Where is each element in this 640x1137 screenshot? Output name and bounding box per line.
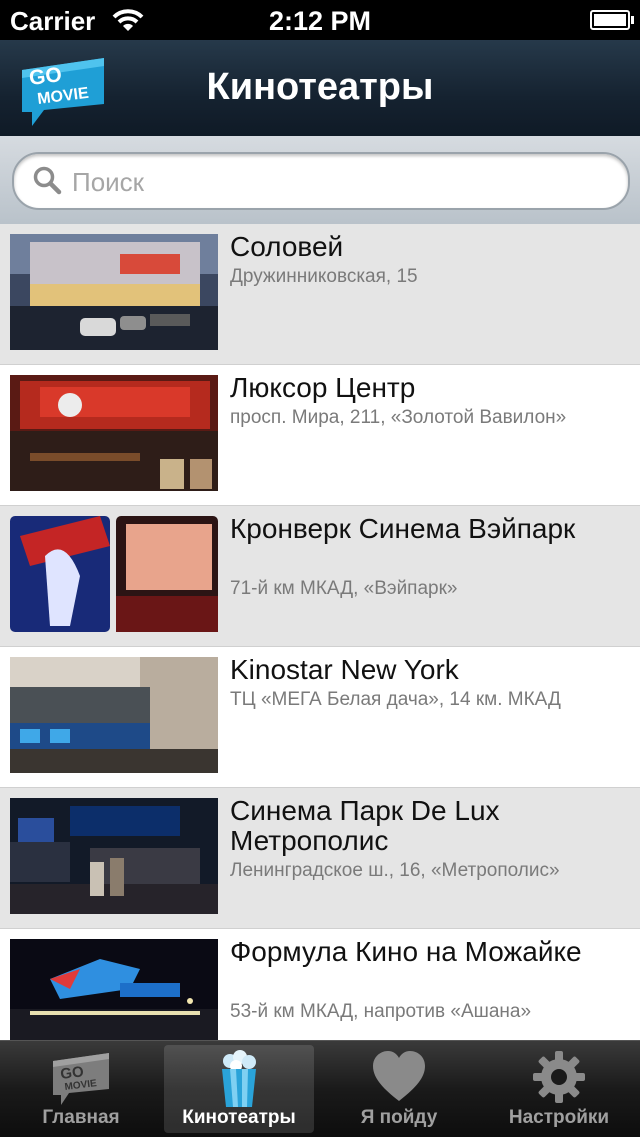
tab-label: Настройки <box>508 1107 610 1128</box>
cinema-name: Соловей <box>230 231 344 262</box>
cinema-address: Ленинградское ш., 16, «Метрополис» <box>230 860 560 881</box>
battery-icon <box>590 10 634 30</box>
search-field[interactable] <box>12 152 630 210</box>
navigation-bar: GO MOVIE Кинотеатры <box>0 40 640 137</box>
cinema-name: Kinostar New York <box>230 654 459 685</box>
cinema-address: 53-й км МКАД, напротив «Ашана» <box>230 1001 532 1022</box>
heart-icon <box>371 1049 427 1110</box>
popcorn-icon <box>216 1049 262 1114</box>
cinema-list[interactable]: Соловей Дружинниковская, 15 Люксор Центр… <box>0 224 640 1040</box>
list-item[interactable]: Синема Парк De Lux Метрополис Ленинградс… <box>0 788 640 929</box>
cinema-address: просп. Мира, 211, «Золотой Вавилон» <box>230 407 567 428</box>
list-item[interactable]: Кронверк Синема Вэйпарк 71-й км МКАД, «В… <box>0 506 640 647</box>
list-item[interactable]: Соловей Дружинниковская, 15 <box>0 224 640 365</box>
cinema-name: Кронверк Синема Вэйпарк <box>230 513 576 544</box>
clock: 2:12 PM <box>268 6 372 36</box>
search-bar <box>0 136 640 225</box>
list-item[interactable]: Формула Кино на Можайке 53-й км МКАД, на… <box>0 929 640 1040</box>
tab-settings[interactable]: Настройки <box>484 1045 634 1133</box>
search-input[interactable] <box>70 154 614 210</box>
cinema-photo <box>10 657 218 773</box>
tab-bar: GO MOVIE Главная Кинотеатры Я пойду Наст… <box>0 1040 640 1137</box>
cinema-name: Синема Парк De Lux Метрополис <box>230 795 500 856</box>
status-bar: Carrier 2:12 PM <box>0 0 640 40</box>
cinema-photo <box>10 798 218 914</box>
cinema-photo <box>10 234 218 350</box>
gomovie-icon: GO MOVIE <box>51 1049 111 1112</box>
list-item[interactable]: Люксор Центр просп. Мира, 211, «Золотой … <box>0 365 640 506</box>
tab-home[interactable]: GO MOVIE Главная <box>6 1045 156 1133</box>
tab-label: Кинотеатры <box>182 1107 296 1128</box>
tab-cinemas[interactable]: Кинотеатры <box>164 1045 314 1133</box>
gear-icon <box>531 1049 587 1110</box>
cinema-photo <box>10 939 218 1040</box>
cinema-address: 71-й км МКАД, «Вэйпарк» <box>230 578 458 599</box>
page-title: Кинотеатры <box>206 66 434 108</box>
cinema-address: Дружинниковская, 15 <box>230 266 418 287</box>
search-icon <box>32 165 62 200</box>
tab-label: Главная <box>42 1107 120 1128</box>
list-item[interactable]: Kinostar New York ТЦ «МЕГА Белая дача», … <box>0 647 640 788</box>
cinema-name: Люксор Центр <box>230 372 416 403</box>
tab-going[interactable]: Я пойду <box>324 1045 474 1133</box>
cinema-photo <box>10 375 218 491</box>
cinema-photo <box>10 516 218 632</box>
tab-label: Я пойду <box>360 1107 438 1128</box>
cinema-address: ТЦ «МЕГА Белая дача», 14 км. МКАД <box>230 689 561 710</box>
cinema-name: Формула Кино на Можайке <box>230 936 582 967</box>
